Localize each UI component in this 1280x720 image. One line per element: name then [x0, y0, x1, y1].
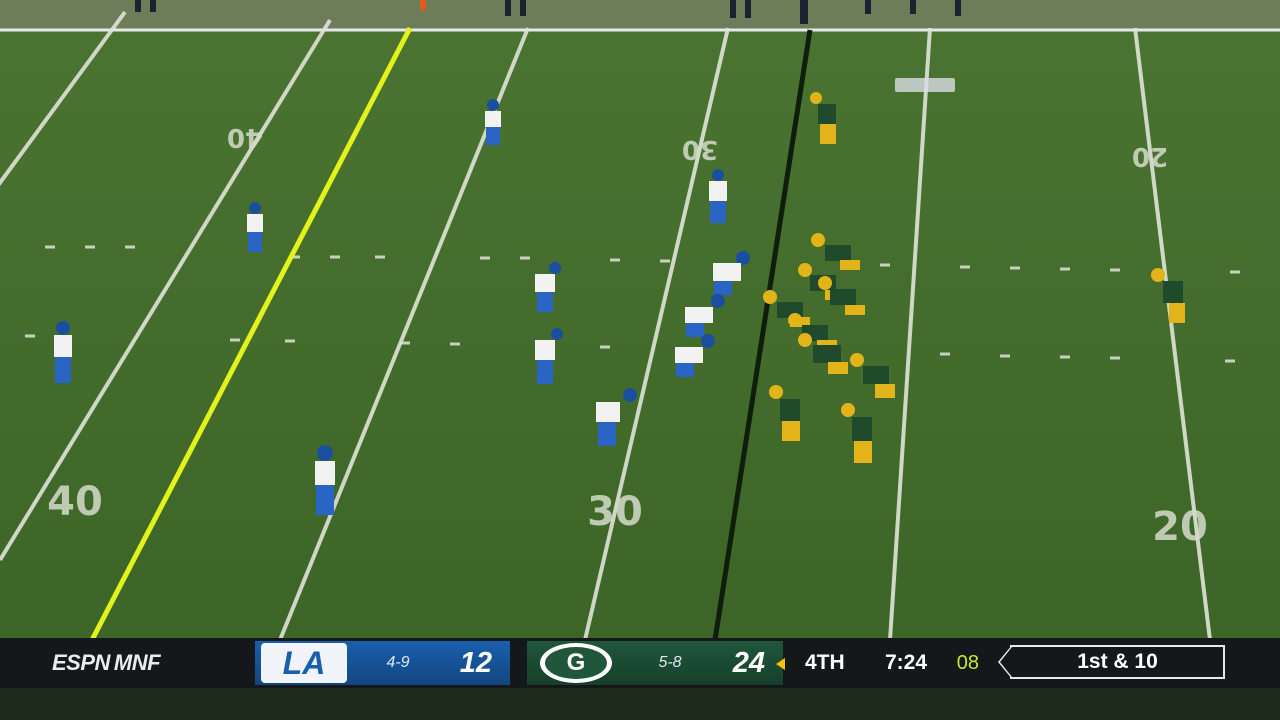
packers-logo: G	[533, 643, 619, 683]
possession-indicator	[776, 658, 785, 670]
show-name: MNF	[113, 650, 161, 675]
football-field: 40 30 20 40 30 20	[0, 0, 1280, 720]
rams-player	[247, 202, 263, 252]
game-clock: 7:24	[884, 651, 927, 674]
away-team-abbr: LA	[282, 644, 326, 681]
quarter: 4TH	[805, 651, 845, 674]
field-turf	[0, 0, 1280, 720]
down-distance: 1st & 10	[998, 645, 1225, 679]
network-logo: ESPN MNF	[52, 638, 232, 688]
game-clock-panel: 4TH 7:24 08	[805, 638, 995, 688]
away-team-score: 12	[459, 646, 492, 679]
rams-player	[485, 99, 501, 145]
rams-logo: LA	[261, 643, 347, 683]
home-team-score: 24	[732, 646, 765, 679]
home-team-record: 5-8	[658, 654, 682, 671]
yard-number-right-top: 20	[1132, 141, 1168, 171]
home-team-panel: G 5-8 24	[527, 641, 785, 685]
away-team-panel: LA 4-9 12	[255, 641, 510, 685]
scorebug: ESPN MNF LA 4-9 12 G 5-8 24 4TH 7:24 08 …	[0, 638, 1280, 688]
yard-number-left-bottom: 40	[47, 479, 103, 525]
rams-player	[54, 321, 72, 383]
yard-number-center-bottom: 30	[587, 489, 643, 535]
sideline	[0, 0, 1280, 30]
lower-crowd-strip	[0, 688, 1280, 720]
play-clock: 08	[956, 651, 979, 674]
home-team-abbr: G	[566, 649, 586, 676]
network-name: ESPN	[52, 650, 110, 675]
rams-player	[315, 445, 335, 515]
down-distance-text: 1st & 10	[1077, 650, 1158, 673]
yard-number-center-top: 30	[682, 134, 718, 164]
away-team-record: 4-9	[386, 654, 410, 671]
hash-marks	[40, 245, 1280, 247]
nfl-shield-logo	[895, 78, 955, 92]
yard-number-right-bottom: 20	[1152, 504, 1208, 550]
yard-number-left-top: 40	[227, 122, 263, 152]
down-arrow-icon	[998, 645, 1012, 679]
